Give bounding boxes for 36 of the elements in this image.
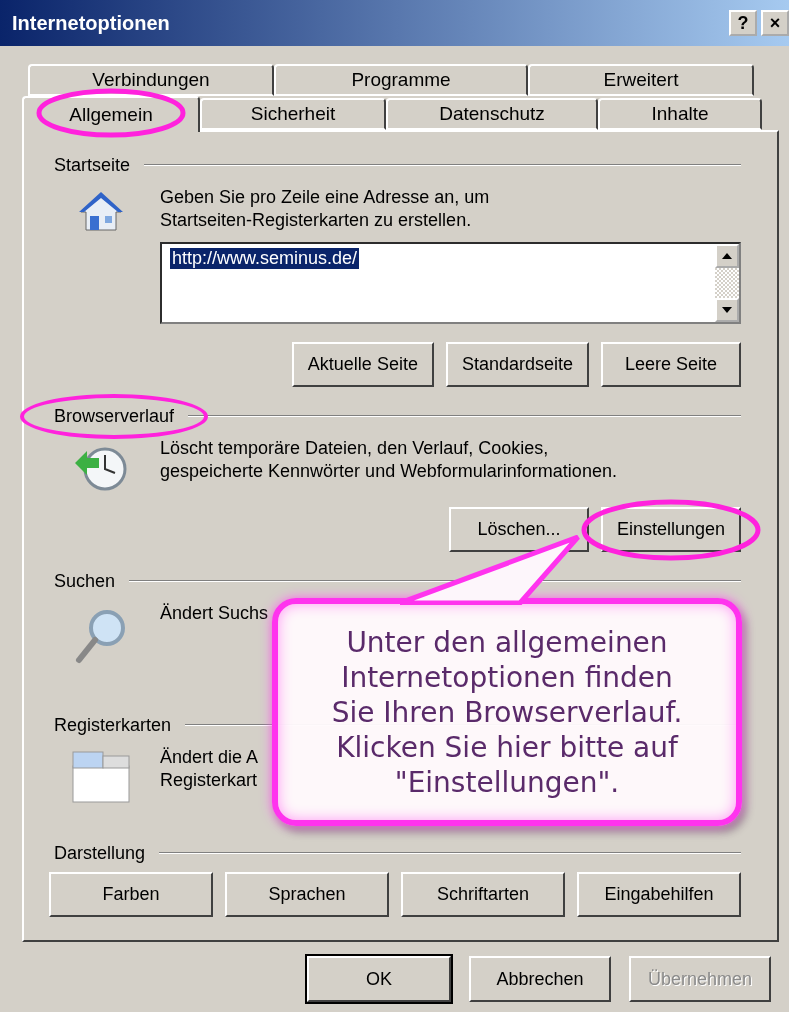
tab[interactable]: Datenschutz [386, 98, 598, 130]
section-button[interactable]: Sprachen [225, 872, 389, 917]
tab[interactable]: Inhalte [598, 98, 762, 130]
section-description: Löscht temporäre Dateien, den Verlauf, Cookies, gespeicherte Kennwörter und Webformularinformationen. [160, 437, 617, 483]
homepage-address-field[interactable]: http://www.seminus.de/ [160, 242, 741, 324]
scrollbar[interactable] [715, 244, 739, 322]
section-button[interactable]: Standardseite [445, 342, 589, 387]
help-button[interactable]: ? [729, 10, 757, 36]
section-title: Suchen [53, 569, 117, 593]
section-button[interactable]: Einstellungen [600, 507, 741, 552]
window-title: Internetoptionen [12, 11, 170, 35]
scroll-up-icon [722, 253, 732, 259]
section-button[interactable]: Löschen... [448, 507, 589, 552]
section-button[interactable]: Leere Seite [601, 342, 741, 387]
tab[interactable]: Sicherheit [200, 98, 386, 130]
section-title: Startseite [53, 153, 132, 177]
section-title: Darstellung [53, 841, 147, 865]
section-button[interactable]: Eingabehilfen [577, 872, 741, 917]
section-description: Ändert Suchs [160, 602, 269, 625]
section-title: Browserverlauf [20, 393, 209, 439]
callout-bubble: Unter den allgemeinen Internetoptionen finden Sie Ihren Browserverlauf. Klicken Sie hier bitte auf "Einstellungen". [272, 598, 742, 826]
dialog-button[interactable]: OK [307, 956, 451, 1002]
section-description: Ändert die A Registerkart [160, 746, 259, 792]
section-description: Geben Sie pro Zeile eine Adresse an, um Startseiten-Registerkarten zu erstellen. [160, 186, 490, 232]
dialog-button[interactable]: Abbrechen [469, 956, 611, 1002]
tab[interactable]: Verbindungen [28, 64, 274, 96]
close-button[interactable]: × [761, 10, 789, 36]
tabs-icon [71, 750, 131, 804]
section-button[interactable]: Schriftarten [401, 872, 565, 917]
section-title: Registerkarten [53, 713, 173, 737]
tab[interactable]: Erweitert [528, 64, 754, 96]
house-icon [78, 190, 124, 234]
section-button[interactable]: Farben [49, 872, 213, 917]
scroll-down-icon [722, 307, 732, 313]
section-button[interactable]: Aktuelle Seite [291, 342, 434, 387]
tab[interactable]: Programme [274, 64, 528, 96]
